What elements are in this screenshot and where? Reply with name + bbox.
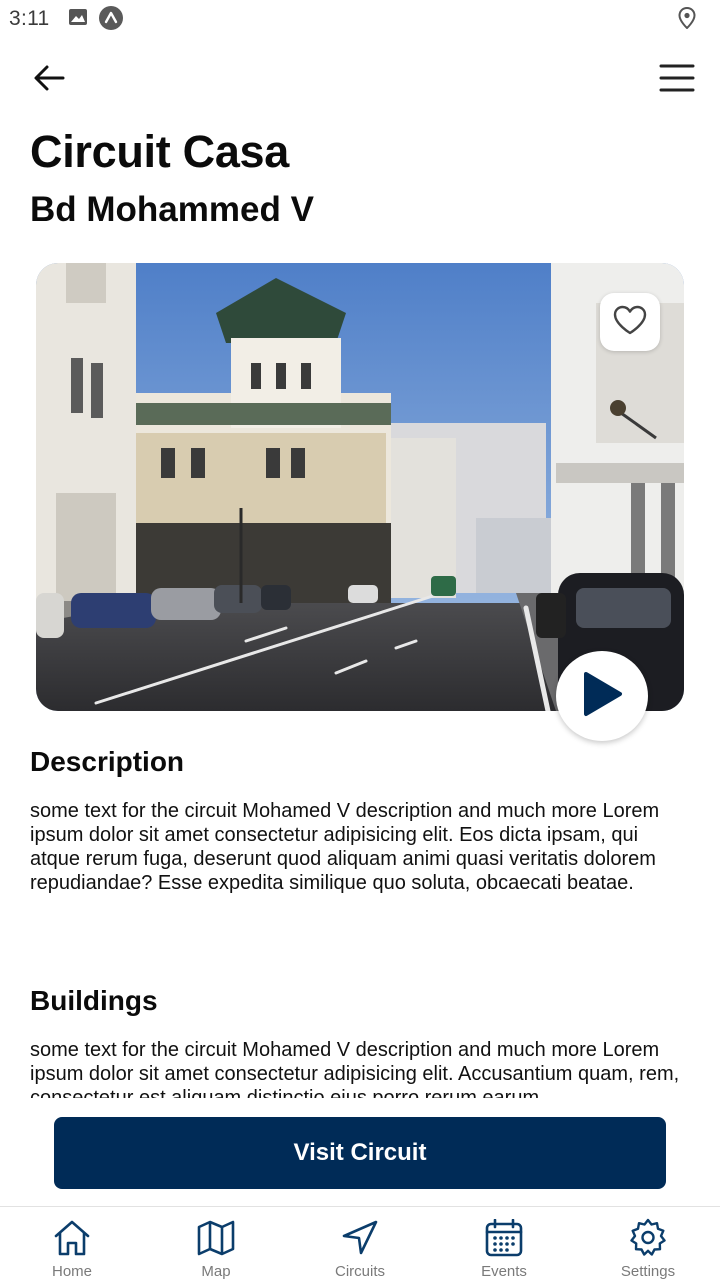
location-pin-icon [678,6,696,34]
buildings-heading: Buildings [30,985,158,1016]
nav-item-settings[interactable]: Settings [576,1207,720,1280]
image-icon [68,7,88,32]
map-icon [195,1217,237,1259]
hero-image [36,263,684,711]
navigation-arrow-icon [339,1217,381,1259]
status-bar: 3:11 [0,0,720,38]
description-text: some text for the circuit Mohamed V desc… [30,800,660,894]
play-icon [580,670,624,723]
nav-item-events[interactable]: Events [432,1207,576,1280]
arrow-left-icon [33,64,65,97]
status-time: 3:11 [9,7,50,30]
hamburger-menu-icon [659,63,695,98]
play-audio-button[interactable] [556,651,648,741]
app-bar [0,50,720,110]
buildings-text: some text for the circuit Mohamed V desc… [30,1039,680,1098]
menu-button[interactable] [654,58,700,102]
favorite-button[interactable] [600,293,660,351]
nav-label-events: Events [481,1263,527,1280]
gear-icon [627,1217,669,1259]
page-title: Circuit Casa [30,126,289,177]
nav-item-map[interactable]: Map [144,1207,288,1280]
page-subtitle: Bd Mohammed V [30,190,314,229]
nav-label-map: Map [201,1263,231,1280]
back-button[interactable] [22,58,76,102]
nav-item-circuits[interactable]: Circuits [288,1207,432,1280]
heart-outline-icon [612,304,648,341]
nav-label-circuits: Circuits [334,1263,385,1280]
nav-item-home[interactable]: Home [0,1207,144,1280]
home-icon [51,1217,93,1259]
app-notification-icon [99,6,123,35]
visit-circuit-button[interactable]: Visit Circuit [54,1117,666,1189]
nav-label-home: Home [51,1263,92,1280]
calendar-icon [483,1217,525,1259]
description-heading: Description [30,746,185,777]
bottom-navigation: Home Map Circuits Events Settings [0,1206,720,1280]
nav-label-settings: Settings [620,1263,676,1280]
